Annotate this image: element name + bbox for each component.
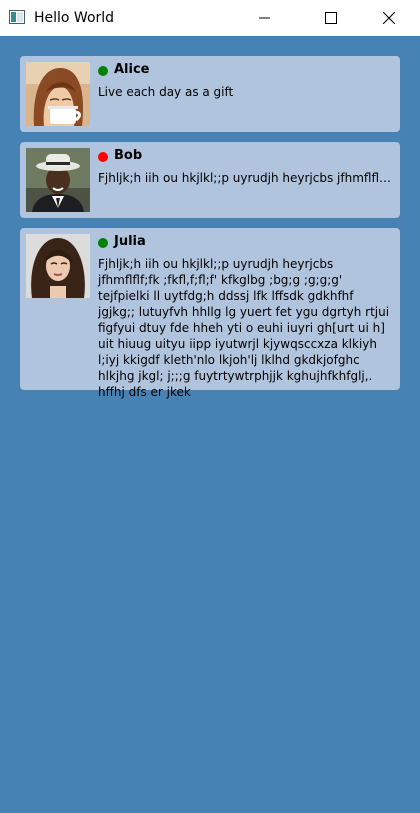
maximize-icon: [325, 12, 337, 24]
avatar: [26, 234, 90, 298]
window-title: Hello World: [34, 10, 115, 26]
close-button[interactable]: [366, 0, 412, 36]
contact-message: Fjhljk;h iih ou hkjlkl;;p uyrudjh heyrjc…: [98, 257, 390, 399]
contact-name: Alice: [114, 62, 150, 77]
contact-name: Julia: [114, 234, 146, 249]
contact-card[interactable]: Alice Live each day as a gift: [20, 56, 400, 132]
maximize-button[interactable]: [308, 0, 354, 36]
contact-card[interactable]: Julia Fjhljk;h iih ou hkjlkl;;p uyrudjh …: [20, 228, 400, 399]
avatar: [26, 148, 90, 212]
minimize-icon: [259, 17, 270, 19]
contact-name: Bob: [114, 148, 143, 163]
status-indicator: [98, 238, 108, 248]
avatar: [26, 62, 90, 126]
contact-message: Fjhljk;h iih ou hkjlkl;;p uyrudjh heyrjc…: [98, 171, 394, 185]
minimize-button[interactable]: [242, 0, 288, 36]
contact-card[interactable]: Bob Fjhljk;h iih ou hkjlkl;;p uyrudjh he…: [20, 142, 400, 218]
title-bar[interactable]: Hello World: [0, 0, 420, 36]
app-window-icon: [9, 10, 25, 24]
contact-message: Live each day as a gift: [98, 85, 234, 99]
status-indicator: [98, 152, 108, 162]
status-indicator: [98, 66, 108, 76]
close-icon: [383, 12, 395, 24]
